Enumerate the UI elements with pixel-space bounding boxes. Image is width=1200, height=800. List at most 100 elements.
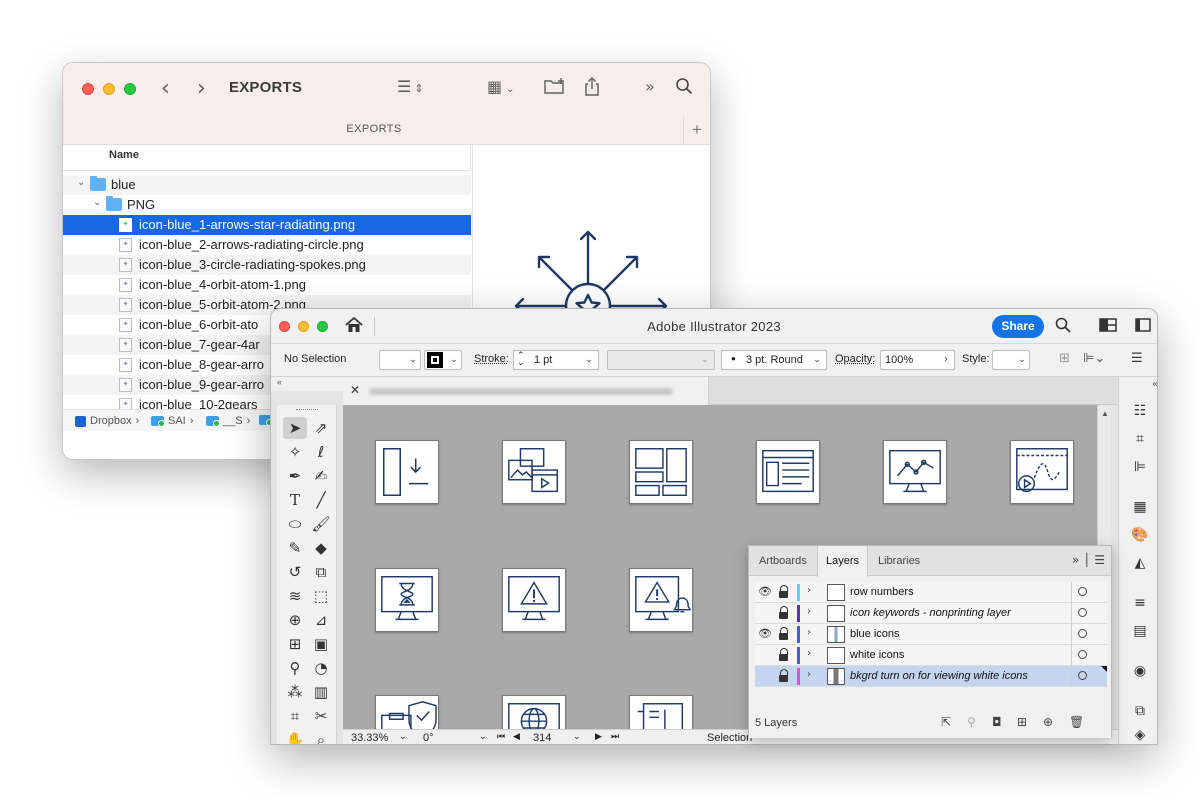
layer-row[interactable]: › bkgrd turn on for viewing white icons	[755, 666, 1107, 687]
document-tab[interactable]: ✕	[343, 377, 709, 405]
artboard-browser-list[interactable]	[756, 440, 820, 504]
first-artboard-icon[interactable]: ⏮	[497, 732, 505, 742]
layer-name[interactable]: blue icons	[850, 628, 900, 640]
opacity-field[interactable]: 100% ›	[880, 350, 955, 370]
forward-icon[interactable]: ›	[197, 76, 206, 101]
last-artboard-icon[interactable]: ⏭	[611, 732, 619, 742]
chevron-down-icon[interactable]: ⌄	[573, 732, 581, 742]
artboard-tool-icon[interactable]: ⌗	[283, 705, 307, 727]
symbol-sprayer-tool-icon[interactable]: ⁂	[283, 681, 307, 703]
artboard-monitor-warning-bell[interactable]	[629, 568, 693, 632]
pathfinder-panel-icon[interactable]: ◭	[1130, 553, 1150, 573]
expand-arrow-icon[interactable]: ›	[807, 606, 811, 617]
selection-tool-icon[interactable]: ➤	[283, 417, 307, 439]
shape-builder-tool-icon[interactable]: ⊕	[283, 609, 307, 631]
chevron-down-icon[interactable]: ⌄	[479, 732, 487, 742]
pen-tool-icon[interactable]: ✒	[283, 465, 307, 487]
file-row[interactable]: ✦ icon-blue_2-arrows-radiating-circle.png	[63, 235, 471, 255]
graphic-style-swatch[interactable]: ⌄	[992, 350, 1030, 370]
artboard-monitor-hourglass[interactable]	[375, 568, 439, 632]
artboard-monitor-warning[interactable]	[502, 568, 566, 632]
layers-panel-icon[interactable]: ◈	[1130, 725, 1150, 744]
lock-icon[interactable]	[779, 627, 789, 640]
tab-artboards[interactable]: Artboards	[751, 546, 815, 576]
folder-row[interactable]: ⌄ PNG	[63, 195, 471, 215]
slice-tool-icon[interactable]: ✂	[309, 705, 333, 727]
back-icon[interactable]: ‹	[161, 76, 170, 101]
visibility-eye-icon[interactable]: 👁	[758, 585, 772, 598]
target-circle-icon[interactable]	[1078, 629, 1087, 638]
zoom-window-button[interactable]	[124, 83, 136, 95]
lock-icon[interactable]	[779, 585, 789, 598]
layer-name[interactable]: icon keywords - nonprinting layer	[850, 607, 1011, 619]
rotation-value[interactable]: 0°	[423, 732, 434, 744]
shaper-tool-icon[interactable]: ✎	[283, 537, 307, 559]
align-grid-icon[interactable]: ⊞	[1059, 351, 1070, 366]
appearance-panel-icon[interactable]: ◉	[1130, 661, 1150, 681]
expand-arrow-icon[interactable]: ›	[807, 648, 811, 659]
align-options-icon[interactable]: ⊫⌄	[1083, 351, 1105, 366]
group-view-icon[interactable]: ▦ ⌄	[487, 77, 515, 96]
layer-name[interactable]: row numbers	[850, 586, 914, 598]
graph-tool-icon[interactable]: ▥	[309, 681, 333, 703]
new-layer-icon[interactable]: ⊕	[1043, 715, 1053, 729]
artboard-layout-grid[interactable]	[629, 440, 693, 504]
panel-toggle-icon[interactable]	[1135, 317, 1151, 336]
lock-icon[interactable]	[779, 669, 789, 682]
new-folder-icon[interactable]	[543, 77, 567, 99]
gradient-panel-icon[interactable]: ▤	[1130, 621, 1150, 641]
stroke-swatch[interactable]: ⌄	[424, 350, 462, 370]
export-icon[interactable]: ⇱	[941, 715, 951, 729]
free-transform-tool-icon[interactable]: ⬚	[309, 585, 333, 607]
workspace-switcher-icon[interactable]	[1099, 317, 1117, 336]
locate-object-icon[interactable]: ⚲	[967, 715, 976, 729]
column-header-name[interactable]: Name	[63, 145, 471, 171]
expand-arrow-icon[interactable]: ›	[807, 669, 811, 680]
target-circle-icon[interactable]	[1078, 650, 1087, 659]
search-icon[interactable]	[675, 77, 693, 99]
lock-icon[interactable]	[779, 648, 789, 661]
previous-artboard-icon[interactable]: ◀	[513, 732, 520, 742]
mesh-tool-icon[interactable]: ⊞	[283, 633, 307, 655]
artboard-monitor-line-chart[interactable]	[883, 440, 947, 504]
blend-tool-icon[interactable]: ◔	[309, 657, 333, 679]
expand-arrow-icon[interactable]: ›	[807, 627, 811, 638]
dock-collapse-icon[interactable]: «	[1145, 375, 1157, 395]
tab-exports[interactable]: EXPORTS	[63, 123, 685, 135]
ellipse-tool-icon[interactable]: ⬭	[283, 513, 307, 535]
direct-selection-tool-icon[interactable]: ⇗	[309, 417, 333, 439]
share-icon[interactable]	[583, 77, 601, 101]
scale-tool-icon[interactable]: ⧉	[309, 561, 333, 583]
close-icon[interactable]: ✕	[350, 383, 360, 397]
layer-row[interactable]: › white icons	[755, 645, 1107, 666]
stroke-panel-icon[interactable]: ≡	[1130, 593, 1150, 613]
hand-tool-icon[interactable]: ✋	[283, 729, 307, 744]
toolbar-grip[interactable]	[296, 409, 318, 411]
align-panel-icon[interactable]: ⊫	[1130, 457, 1150, 477]
target-circle-icon[interactable]	[1078, 671, 1087, 680]
perspective-grid-tool-icon[interactable]: ⊿	[309, 609, 333, 631]
layer-row[interactable]: 👁 › row numbers	[755, 582, 1107, 603]
eraser-tool-icon[interactable]: ◆	[309, 537, 333, 559]
tab-libraries[interactable]: Libraries	[870, 546, 928, 576]
gradient-tool-icon[interactable]: ▣	[309, 633, 333, 655]
disclosure-chevron-icon[interactable]: ⌄	[93, 197, 101, 208]
tab-layers[interactable]: Layers	[817, 546, 869, 577]
file-row[interactable]: ✦ icon-blue_1-arrows-star-radiating.png	[63, 215, 471, 235]
scroll-up-icon[interactable]: ▲	[1101, 409, 1109, 418]
delete-layer-icon[interactable]: 🗑	[1069, 715, 1084, 729]
magic-wand-tool-icon[interactable]: ✧	[283, 441, 307, 463]
file-row[interactable]: ✦ icon-blue_4-orbit-atom-1.png	[63, 275, 471, 295]
minimize-window-button[interactable]	[103, 83, 115, 95]
stepper-icon[interactable]: ⌃ ⌄	[517, 352, 525, 368]
lock-icon[interactable]	[779, 606, 789, 619]
share-button[interactable]: Share	[992, 315, 1044, 338]
layer-name[interactable]: white icons	[850, 649, 904, 661]
line-tool-icon[interactable]: ╱	[309, 489, 333, 511]
opacity-label[interactable]: Opacity:	[835, 353, 875, 365]
artboard-clipboard-shield[interactable]	[375, 695, 439, 729]
chevron-down-icon[interactable]: ⌄	[399, 732, 407, 742]
new-tab-button[interactable]: +	[683, 115, 710, 145]
folder-row[interactable]: ⌄ blue	[63, 175, 471, 195]
breadcrumb-dropbox[interactable]: Dropbox ›	[75, 415, 139, 427]
